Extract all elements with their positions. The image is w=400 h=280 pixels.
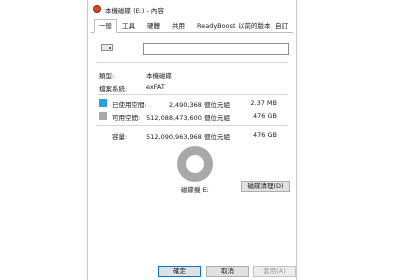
ok-button[interactable]: 確定 — [158, 266, 201, 277]
type-label: 類型: — [99, 72, 115, 80]
capacity-size: 476 GB — [253, 131, 277, 139]
capacity-label: 容量: — [112, 133, 128, 141]
tab-previous-versions[interactable]: 以前的版本 — [234, 21, 275, 32]
title-bar: 本機磁碟 (E:) - 內容 — [88, 0, 296, 18]
window-title: 本機磁碟 (E:) - 內容 — [105, 7, 164, 15]
tab-hardware[interactable]: 硬體 — [143, 21, 164, 32]
divider — [97, 94, 287, 95]
capacity-bytes: 512,090,963,968 個位元組 — [146, 133, 230, 141]
tab-strip: 一般 工具 硬體 共用 ReadyBoost 以前的版本 自訂 — [91, 19, 293, 33]
tab-sharing[interactable]: 共用 — [168, 21, 189, 32]
drive-icon — [101, 44, 113, 51]
volume-name-input[interactable] — [143, 43, 289, 55]
divider — [97, 125, 287, 126]
drive-letter-label: 磁碟機 E: — [181, 186, 209, 194]
tab-readyboost[interactable]: ReadyBoost — [193, 21, 240, 32]
properties-window: 本機磁碟 (E:) - 內容 一般 工具 硬體 共用 ReadyBoost 以前… — [87, 0, 297, 280]
drive-app-icon — [93, 5, 101, 13]
tab-tools[interactable]: 工具 — [118, 21, 139, 32]
donut-center — [186, 155, 204, 173]
tab-general[interactable]: 一般 — [94, 19, 117, 33]
free-space-bytes: 512,088,473,600 個位元組 — [146, 114, 230, 122]
divider — [97, 62, 287, 63]
disk-cleanup-button[interactable]: 磁碟清理(D) — [241, 181, 290, 192]
used-space-swatch — [99, 99, 107, 107]
used-space-bytes: 2,490,368 個位元組 — [168, 101, 230, 109]
free-space-swatch — [99, 112, 107, 120]
free-space-size: 476 GB — [253, 112, 277, 120]
filesystem-value: exFAT — [146, 83, 165, 91]
free-space-label: 可用空間: — [112, 114, 141, 122]
dialog-footer: 確定 取消 套用(A) — [88, 263, 296, 280]
cancel-button[interactable]: 取消 — [206, 266, 249, 277]
used-space-size: 2.37 MB — [250, 99, 277, 107]
tab-customize[interactable]: 自訂 — [271, 21, 292, 32]
type-value: 本機磁碟 — [146, 72, 172, 80]
apply-button[interactable]: 套用(A) — [253, 266, 296, 277]
general-panel: 類型: 本機磁碟 檔案系統: exFAT 已使用空間: 2,490,368 個位… — [91, 33, 293, 263]
filesystem-label: 檔案系統: — [99, 85, 128, 93]
used-space-label: 已使用空間: — [112, 101, 147, 109]
